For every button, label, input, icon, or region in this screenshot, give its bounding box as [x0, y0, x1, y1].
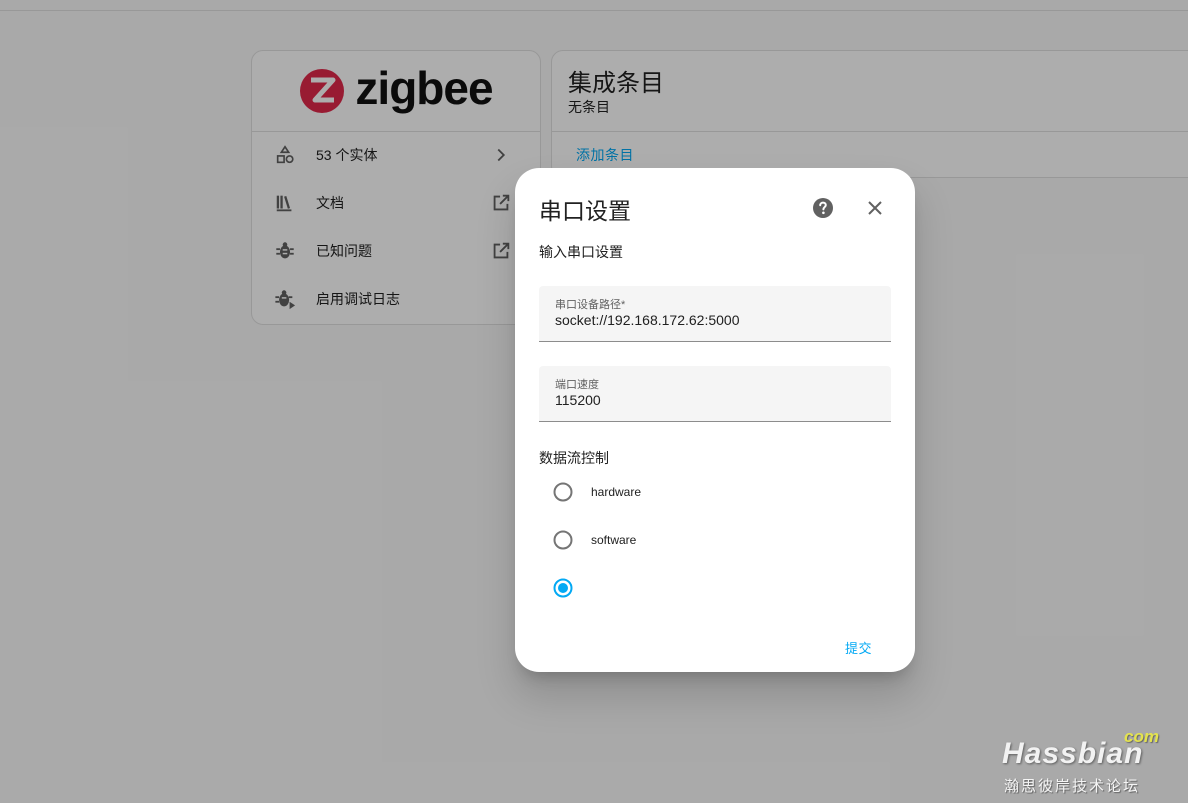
serial-path-label: 串口设备路径* — [555, 299, 626, 311]
serial-path-field[interactable]: 串口设备路径* — [539, 286, 891, 342]
radio-unchecked-icon[interactable] — [553, 482, 573, 502]
watermark-main-text: Hassbian — [1002, 737, 1144, 770]
radio-unchecked-icon[interactable] — [553, 530, 573, 550]
close-icon[interactable] — [863, 196, 887, 220]
serial-settings-dialog: 串口设置 输入串口设置 串口设备路径* 端口速度 数据流控制 hardware … — [515, 168, 915, 672]
submit-button[interactable]: 提交 — [845, 638, 872, 657]
radio-checked-icon[interactable] — [553, 578, 573, 598]
help-icon[interactable] — [811, 196, 835, 220]
hassbian-watermark: Hassbian com 瀚思彼岸技术论坛 — [1002, 727, 1162, 795]
dialog-title: 串口设置 — [539, 198, 631, 224]
radio-label: hardware — [591, 485, 642, 499]
baudrate-field[interactable]: 端口速度 — [539, 366, 891, 422]
watermark-sub-text: 瀚思彼岸技术论坛 — [1004, 778, 1141, 795]
flow-control-label: 数据流控制 — [539, 450, 609, 466]
watermark-com-text: com — [1124, 727, 1159, 746]
baudrate-input[interactable] — [555, 392, 875, 408]
radio-label: software — [591, 533, 637, 547]
dialog-description: 输入串口设置 — [539, 244, 623, 260]
serial-path-input[interactable] — [555, 312, 875, 328]
baudrate-label: 端口速度 — [555, 379, 599, 391]
